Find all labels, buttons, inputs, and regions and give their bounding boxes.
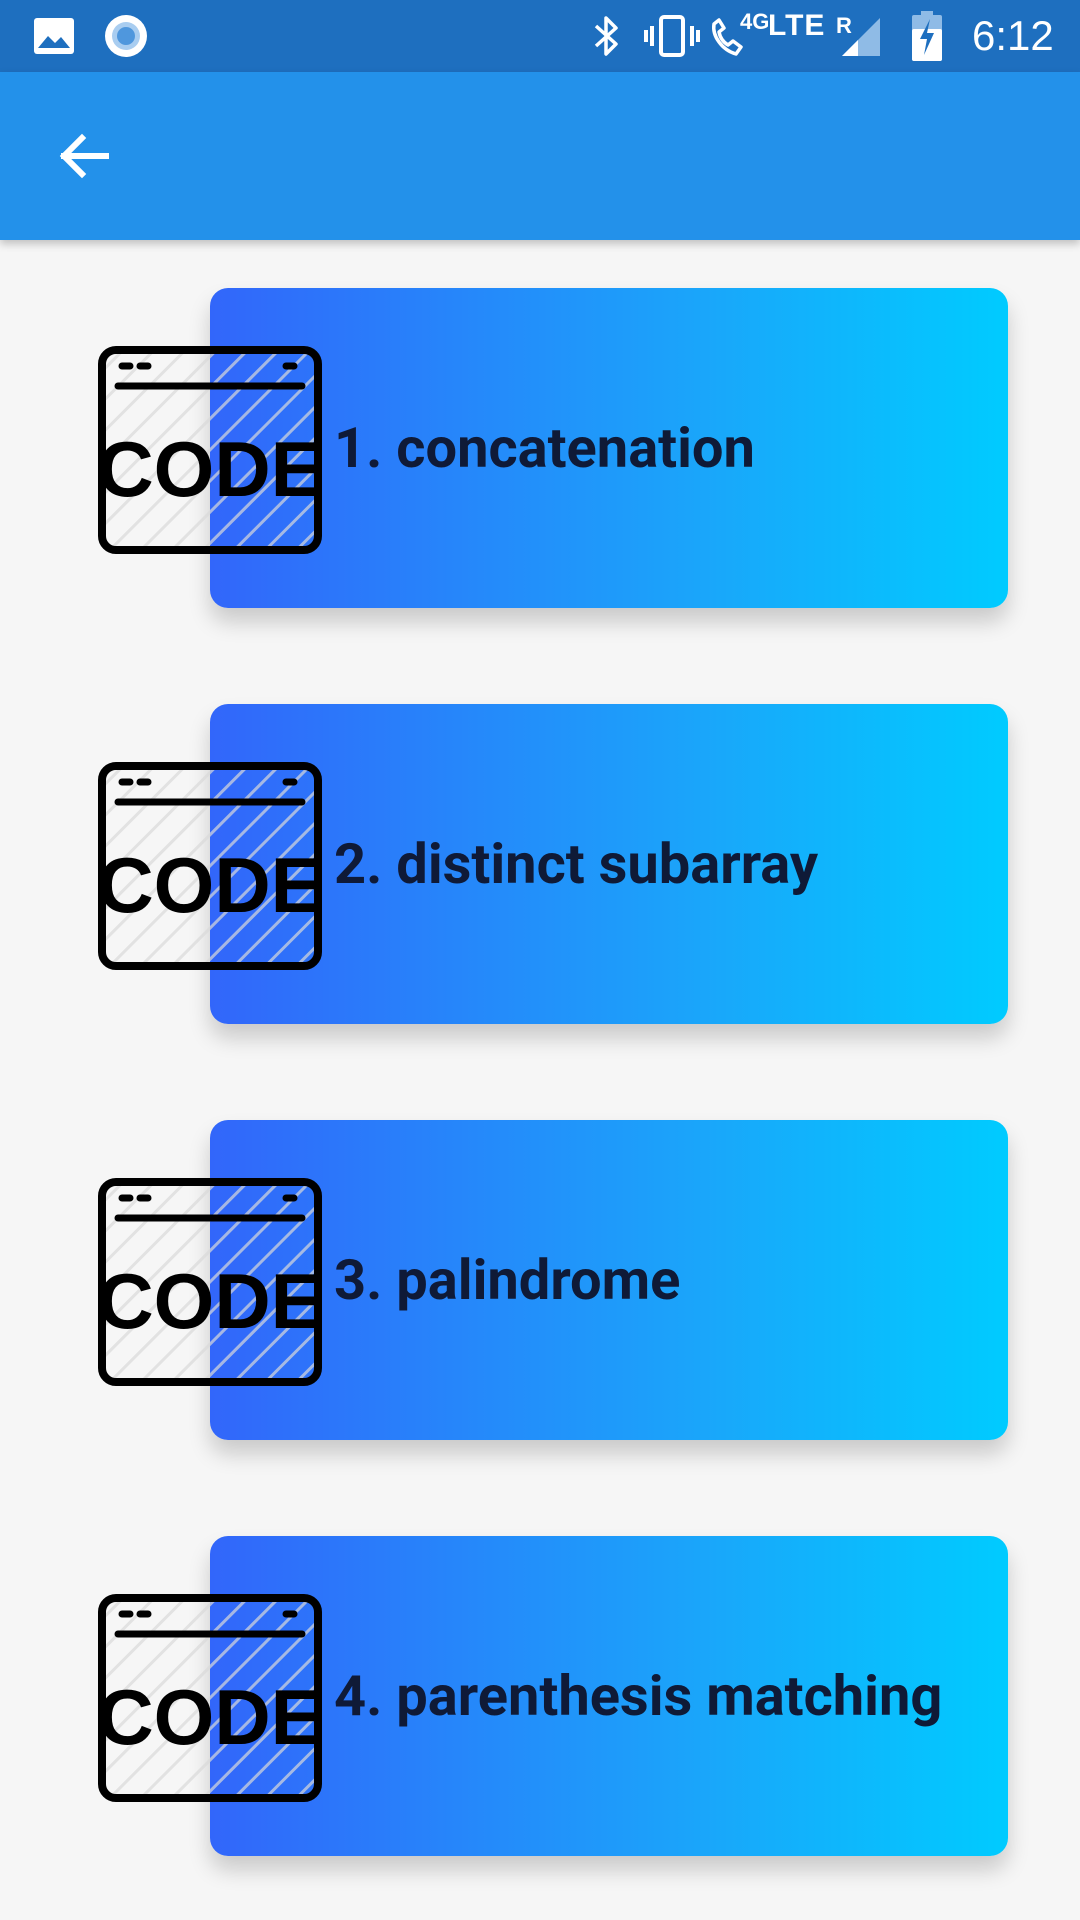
vibrate-icon — [644, 0, 700, 72]
app-bar — [0, 72, 1080, 240]
list-item-title: 2. distinct subarray — [334, 831, 819, 897]
call-network-label: 4G — [740, 9, 770, 34]
list-item-title: 3. palindrome — [334, 1247, 681, 1313]
list-item-title: 1. concatenation — [334, 415, 755, 481]
bluetooth-icon — [592, 0, 622, 72]
code-icon: CODE — [96, 1176, 324, 1388]
status-bar: 4G LTE R 6:12 — [0, 0, 1080, 72]
image-icon — [34, 0, 74, 72]
code-icon-label: CODE — [97, 1673, 322, 1761]
signal-icon — [838, 0, 882, 72]
record-icon — [104, 0, 148, 72]
code-icon: CODE — [96, 760, 324, 972]
code-icon: CODE — [96, 344, 324, 556]
status-time: 6:12 — [972, 12, 1054, 59]
code-icon-label: CODE — [97, 1257, 322, 1345]
code-icon: CODE — [96, 1592, 324, 1804]
list-item-title: 4. parenthesis matching — [334, 1663, 943, 1729]
network-type-label: LTE — [768, 9, 826, 42]
code-icon-label: CODE — [97, 425, 322, 513]
code-icon-label: CODE — [97, 841, 322, 929]
battery-charging-icon — [912, 0, 942, 72]
arrow-left-icon — [59, 133, 109, 179]
back-button[interactable] — [40, 112, 128, 200]
